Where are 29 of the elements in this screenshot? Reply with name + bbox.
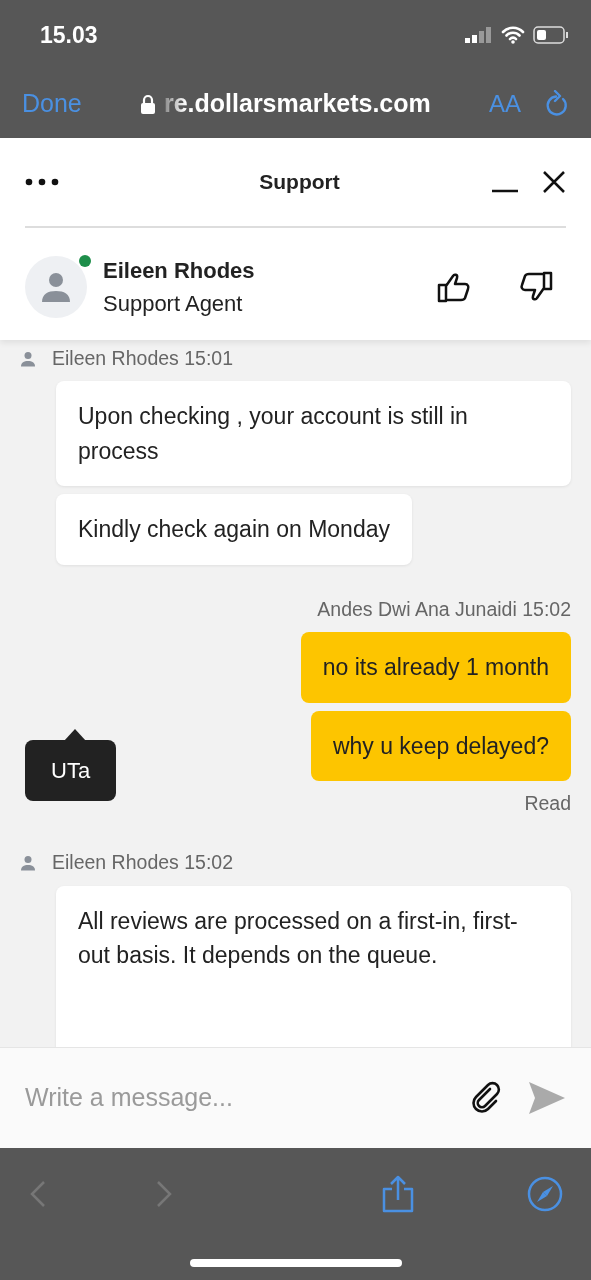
sender-timestamp: Eileen Rhodes 15:02 [52,850,234,876]
done-button[interactable]: Done [22,85,82,123]
lock-icon [139,93,156,115]
wifi-icon [501,26,525,44]
clock-time: 15.03 [40,20,98,50]
thumbs-down-icon[interactable] [519,271,553,303]
message-bubble: Kindly check again on Monday [56,494,412,565]
more-options-icon[interactable] [25,178,59,186]
sender-timestamp: Andes Dwi Ana Junaidi 15:02 [317,596,571,622]
text-size-button[interactable]: AA [488,86,521,122]
message-bubble: why u keep delayed? [310,710,571,781]
message-bubble: Upon checking , your account is still in process [56,381,571,487]
person-icon [20,350,36,367]
agent-name: Eileen Rhodes [103,257,255,285]
chat-title: Support [259,169,340,196]
person-icon [20,854,36,871]
battery-icon [533,26,569,44]
message-bubble: All reviews are processed on a first-in, first-out basis. It depends on the queue. [56,885,571,1047]
person-icon [40,271,72,303]
message-bubble: no its already 1 month [300,632,571,703]
sender-timestamp: Eileen Rhodes 15:01 [52,346,234,371]
message-composer[interactable]: Write a message... [0,1047,591,1148]
thumbs-up-icon[interactable] [437,271,471,303]
agent-role: Support Agent [103,290,244,318]
url-text[interactable]: re.dollarsmarkets.com [163,85,431,123]
close-icon[interactable] [542,170,566,194]
tooltip: UTa [25,740,117,801]
read-receipt: Read [524,791,571,816]
signal-icon [465,27,493,43]
